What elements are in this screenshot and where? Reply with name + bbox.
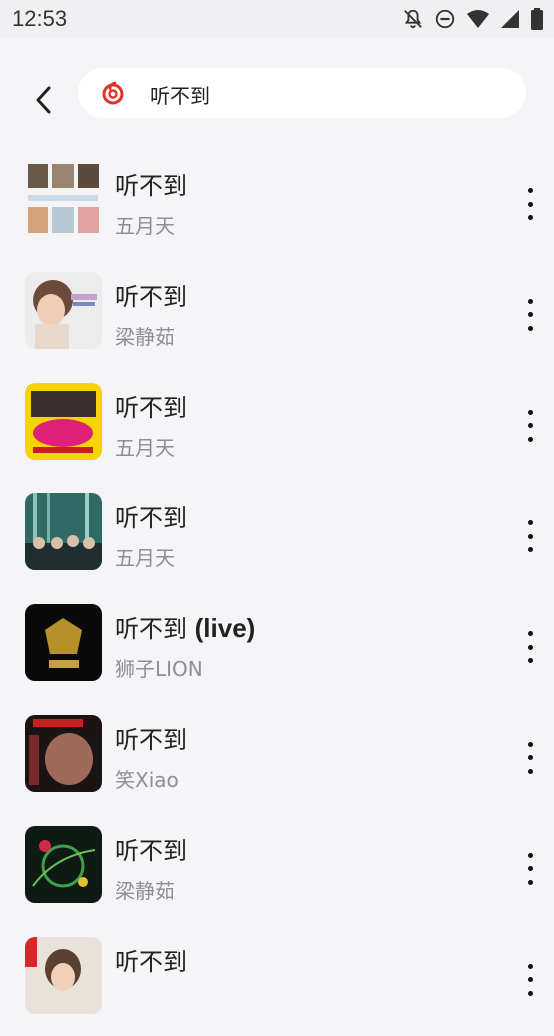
album-cover <box>25 382 102 460</box>
song-artist: 五月天 <box>115 546 175 571</box>
more-options-button[interactable] <box>516 520 544 553</box>
do-not-disturb-icon <box>435 9 455 29</box>
song-artist: 笑Xiao <box>115 767 179 792</box>
search-input[interactable]: 听不到 <box>78 68 526 118</box>
chevron-left-icon <box>36 86 51 114</box>
more-vertical-icon <box>527 409 533 415</box>
song-title: 听不到 <box>115 393 187 422</box>
more-vertical-icon <box>527 741 533 747</box>
song-title: 听不到 <box>115 725 187 754</box>
song-list: 听不到 五月天 听不到 梁静茹 听不到 五月天 听不到 五月天 听不到 (liv… <box>0 150 554 1036</box>
album-cover <box>25 604 102 682</box>
album-cover <box>25 161 102 238</box>
more-options-button[interactable] <box>516 298 544 331</box>
song-row[interactable]: 听不到 五月天 <box>0 150 554 261</box>
netease-music-logo-icon <box>102 81 124 105</box>
album-cover <box>25 936 102 1014</box>
song-row[interactable]: 听不到 五月天 <box>0 482 554 593</box>
song-row[interactable]: 听不到 五月天 <box>0 372 554 483</box>
song-artist: 梁静茹 <box>115 324 175 349</box>
album-cover <box>25 493 102 571</box>
more-options-button[interactable] <box>516 631 544 664</box>
song-row[interactable]: 听不到 梁静茹 <box>0 261 554 372</box>
song-row[interactable]: 听不到 梁静茹 <box>0 815 554 926</box>
status-icons <box>402 8 544 30</box>
more-options-button[interactable] <box>516 188 544 220</box>
song-artist: 狮子LION <box>115 657 203 682</box>
search-header: 听不到 <box>0 38 554 138</box>
more-options-button[interactable] <box>516 963 544 996</box>
more-options-button[interactable] <box>516 409 544 442</box>
song-artist: 梁静茹 <box>115 878 175 903</box>
song-artist: 五月天 <box>115 435 175 460</box>
song-title: 听不到 <box>115 504 187 533</box>
more-vertical-icon <box>527 631 533 637</box>
song-title: 听不到 (live) <box>115 613 256 644</box>
cell-signal-icon <box>501 10 519 28</box>
wifi-icon <box>467 10 489 28</box>
notifications-off-icon <box>404 9 422 29</box>
back-button[interactable] <box>22 78 66 122</box>
song-artist: 五月天 <box>115 214 175 238</box>
album-cover <box>25 271 102 349</box>
battery-icon <box>531 8 543 30</box>
song-title: 听不到 <box>115 947 187 976</box>
album-cover <box>25 714 102 792</box>
song-title: 听不到 <box>115 836 187 865</box>
status-time: 12:53 <box>12 6 68 31</box>
more-vertical-icon <box>527 520 533 526</box>
status-bar: 12:53 <box>0 0 554 38</box>
more-vertical-icon <box>527 852 533 858</box>
more-options-button[interactable] <box>516 741 544 774</box>
more-vertical-icon <box>527 963 533 969</box>
song-row[interactable]: 听不到 笑Xiao <box>0 704 554 815</box>
song-row[interactable]: 听不到 <box>0 926 554 1036</box>
more-vertical-icon <box>527 188 533 193</box>
more-vertical-icon <box>527 298 533 304</box>
song-title: 听不到 <box>115 172 187 200</box>
more-options-button[interactable] <box>516 852 544 885</box>
album-cover <box>25 825 102 903</box>
search-query: 听不到 <box>150 84 210 108</box>
song-row[interactable]: 听不到 (live) 狮子LION <box>0 593 554 704</box>
song-title: 听不到 <box>115 282 187 311</box>
